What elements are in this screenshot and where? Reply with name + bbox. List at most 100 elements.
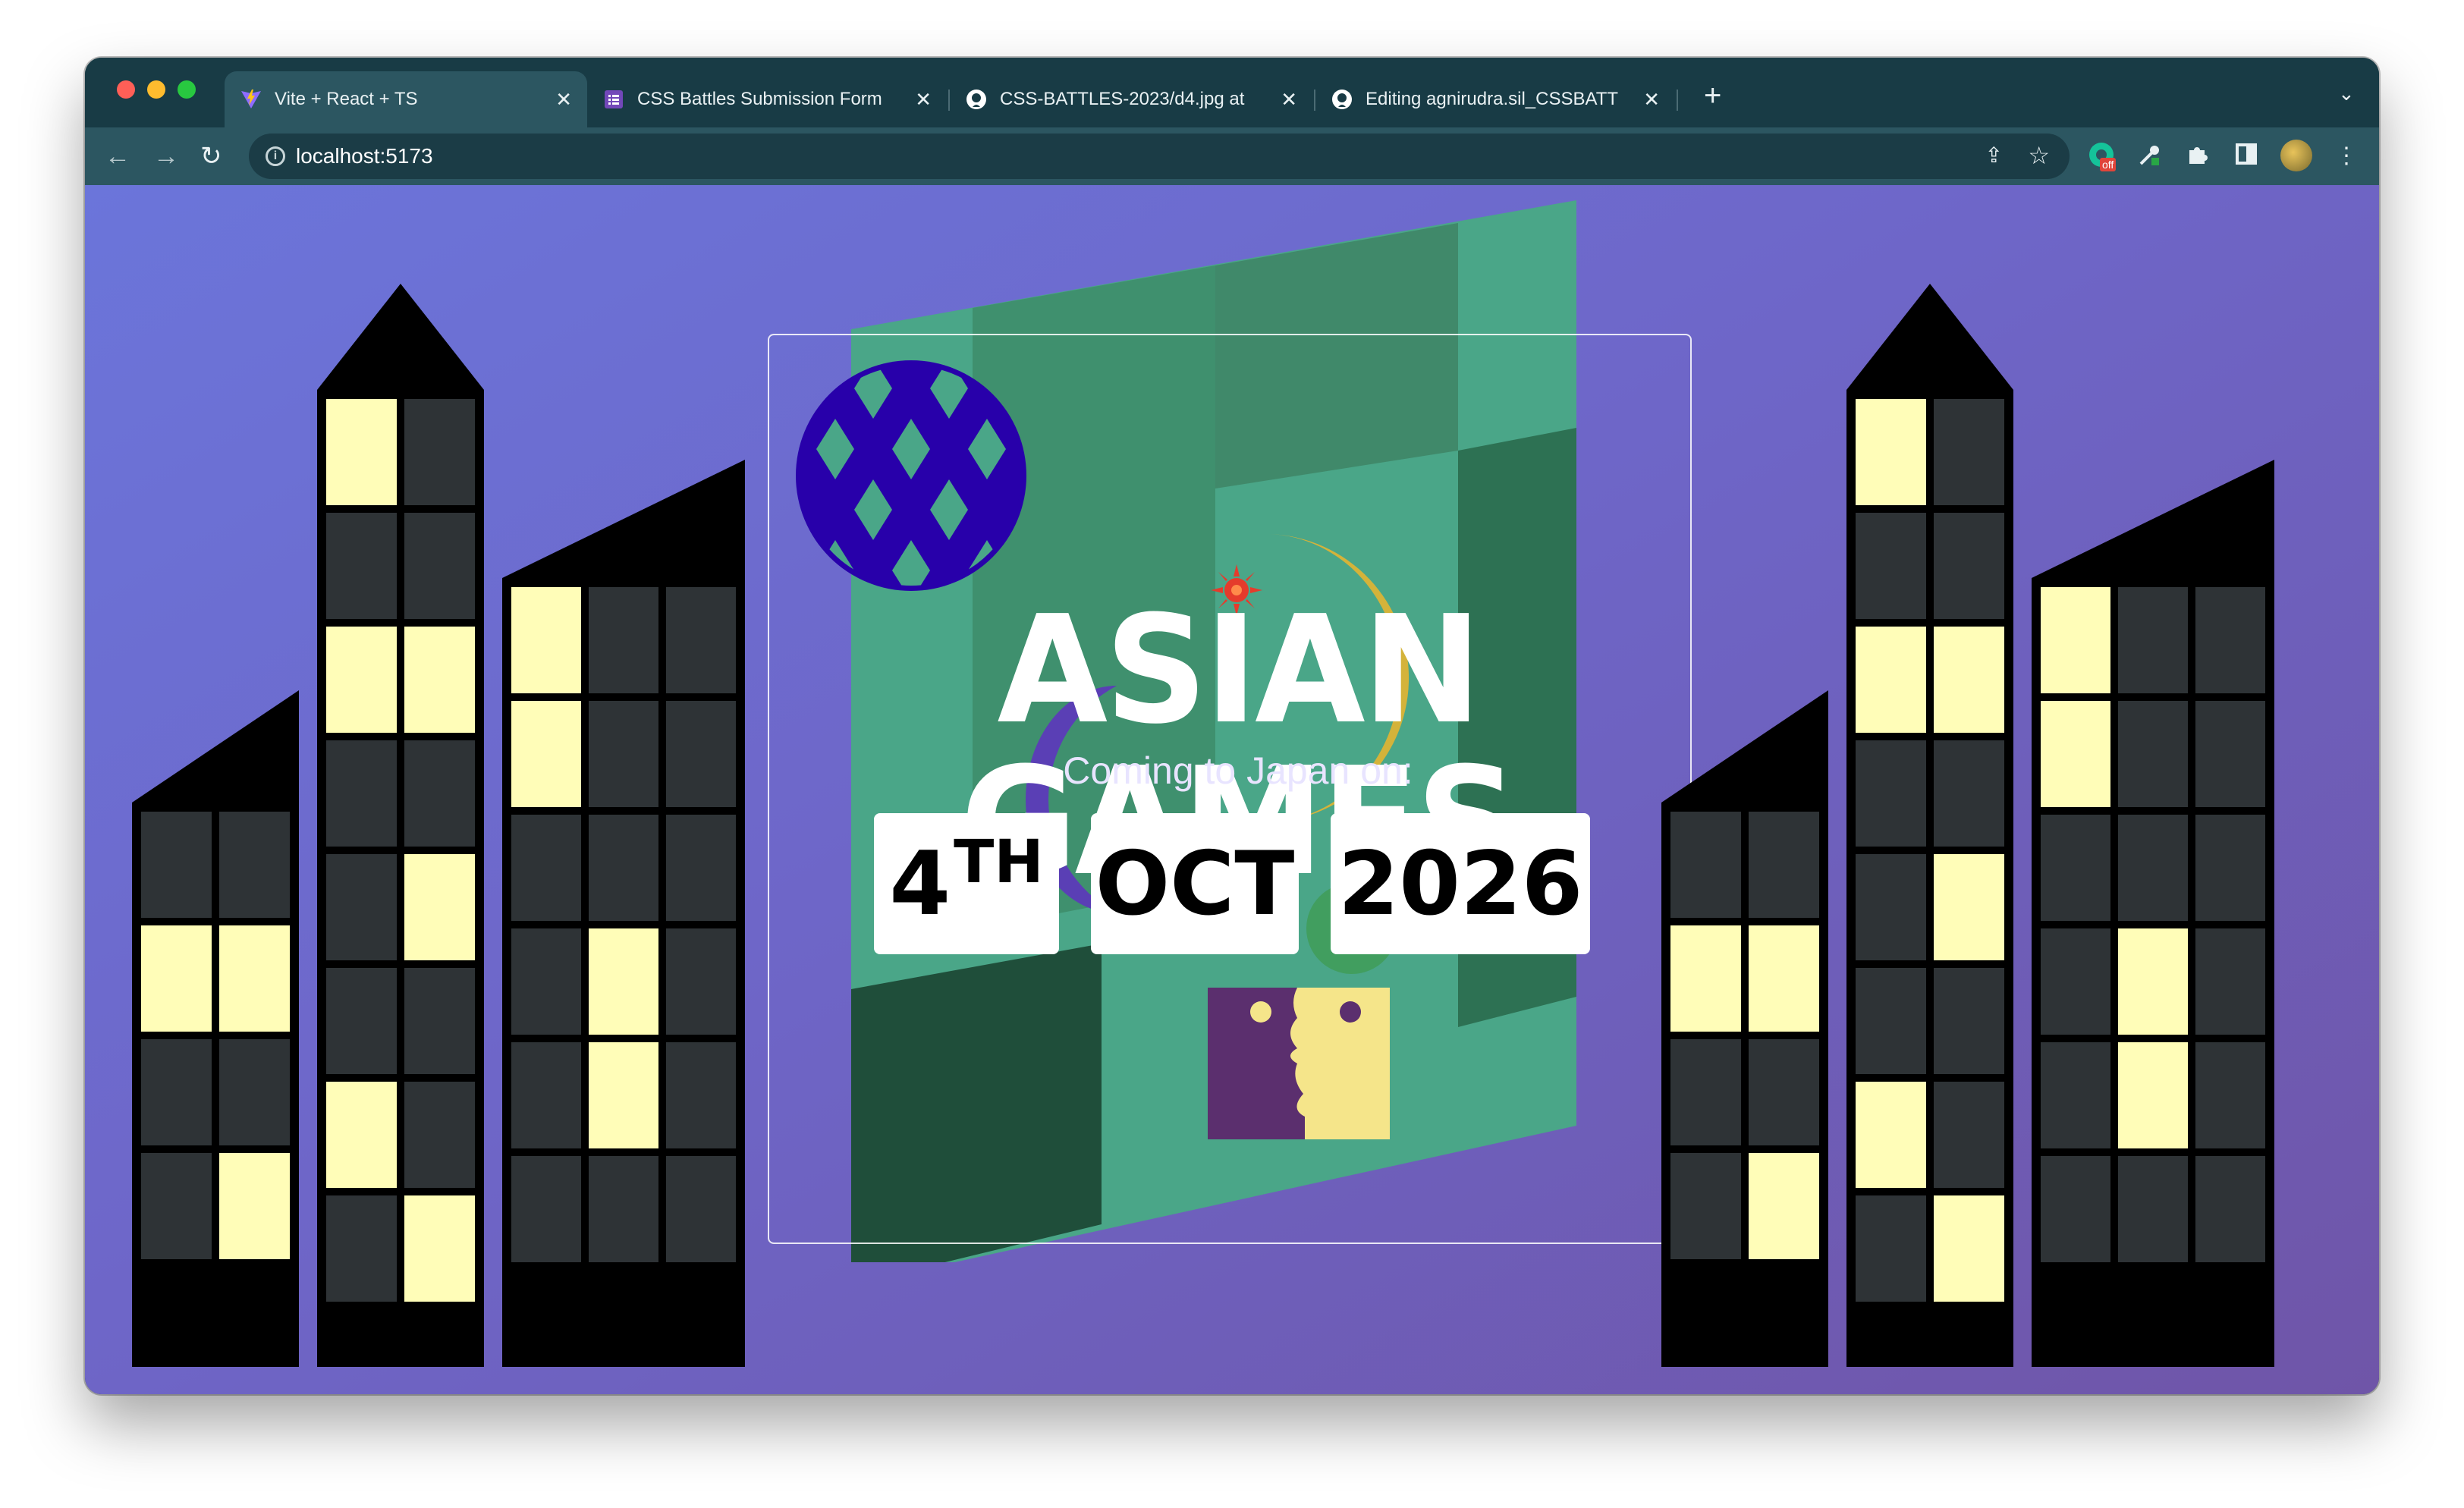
building-window-lit — [1934, 1195, 2004, 1302]
building-window-lit — [2041, 587, 2110, 693]
close-tab-icon[interactable]: ✕ — [1643, 88, 1660, 112]
building-window — [404, 399, 475, 505]
building-window-lit — [1934, 854, 2004, 960]
building-roof — [1846, 284, 2013, 390]
building-window-lit — [219, 1153, 290, 1259]
eyedropper-extension-icon[interactable] — [2136, 143, 2162, 175]
building-window — [589, 701, 658, 807]
building-window — [1670, 1039, 1741, 1145]
forward-icon[interactable]: → — [153, 141, 179, 171]
page-viewport: ASIAN GAMES Coming to Japan on: 4TH OCT … — [85, 185, 2379, 1394]
building-left-wide — [502, 460, 745, 1367]
building-window — [2041, 928, 2110, 1035]
close-window-button[interactable] — [117, 80, 135, 99]
forms-icon — [602, 88, 625, 111]
tab-search-chevron-icon[interactable]: ⌄ — [2338, 82, 2355, 105]
tab-label: Vite + React + TS — [275, 89, 418, 109]
building-roof — [132, 690, 299, 803]
building-window-lit — [2041, 701, 2110, 807]
address-bar[interactable]: i localhost:5173 ⇪ ☆ — [249, 134, 2070, 179]
building-window — [2118, 587, 2188, 693]
new-tab-icon[interactable]: + — [1704, 79, 1721, 112]
building-window-lit — [1670, 925, 1741, 1032]
building-window — [1856, 513, 1926, 619]
building-window — [2118, 815, 2188, 921]
building-window — [1856, 1195, 1926, 1302]
building-window — [1749, 1039, 1819, 1145]
building-window — [511, 1042, 581, 1148]
back-icon[interactable]: ← — [105, 141, 130, 171]
building-window — [589, 587, 658, 693]
building-window-lit — [326, 1082, 397, 1188]
building-window-lit — [1934, 627, 2004, 733]
tab-separator — [1677, 90, 1678, 111]
building-roof — [317, 284, 484, 390]
building-window — [666, 1042, 736, 1148]
building-left-tall — [317, 284, 484, 1367]
building-window — [666, 815, 736, 921]
tab-label: CSS Battles Submission Form — [637, 89, 882, 109]
building-window — [326, 740, 397, 847]
building-window-lit — [1856, 627, 1926, 733]
tab-css-battles-form[interactable]: CSS Battles Submission Form ✕ — [587, 71, 947, 127]
minimize-window-button[interactable] — [147, 80, 165, 99]
more-menu-icon[interactable]: ⋮ — [2335, 143, 2358, 170]
building-roof — [2032, 460, 2274, 578]
maximize-window-button[interactable] — [178, 80, 196, 99]
building-window-lit — [1749, 925, 1819, 1032]
building-window — [2195, 815, 2265, 921]
extension-badge: off — [2100, 158, 2117, 171]
close-tab-icon[interactable]: ✕ — [1281, 88, 1297, 112]
building-window-lit — [2118, 928, 2188, 1035]
tab-label: CSS-BATTLES-2023/d4.jpg at — [1000, 89, 1245, 109]
building-right-tall — [1846, 284, 2013, 1367]
building-window — [141, 1153, 212, 1259]
building-roof — [1661, 690, 1828, 803]
building-window — [2195, 701, 2265, 807]
building-window — [326, 854, 397, 960]
site-info-icon[interactable]: i — [266, 146, 285, 166]
profile-avatar[interactable] — [2280, 140, 2312, 171]
building-window-lit — [404, 854, 475, 960]
building-window-lit — [326, 627, 397, 733]
side-panel-icon[interactable] — [2235, 143, 2258, 172]
reload-icon[interactable]: ↻ — [200, 141, 222, 171]
building-roof — [502, 460, 745, 578]
extensions-puzzle-icon[interactable] — [2186, 143, 2209, 172]
building-window — [511, 1156, 581, 1262]
tab-vite[interactable]: Vite + React + TS ✕ — [225, 71, 587, 127]
building-window — [2041, 1156, 2110, 1262]
building-window-lit — [2118, 1042, 2188, 1148]
close-tab-icon[interactable]: ✕ — [555, 88, 572, 112]
building-window-lit — [589, 928, 658, 1035]
building-window — [589, 815, 658, 921]
building-window — [1934, 968, 2004, 1074]
building-window — [141, 812, 212, 918]
building-window — [1934, 513, 2004, 619]
building-window — [404, 1082, 475, 1188]
building-window — [2118, 1156, 2188, 1262]
close-tab-icon[interactable]: ✕ — [915, 88, 932, 112]
building-window — [326, 1195, 397, 1302]
tab-github-editing[interactable]: Editing agnirudra.sil_CSSBATT ✕ — [1315, 71, 1675, 127]
tab-github-d4[interactable]: CSS-BATTLES-2023/d4.jpg at ✕ — [950, 71, 1312, 127]
building-window-lit — [511, 587, 581, 693]
bookmark-star-icon[interactable]: ☆ — [2028, 141, 2050, 170]
building-window-lit — [404, 627, 475, 733]
building-window — [2041, 815, 2110, 921]
building-window — [1856, 854, 1926, 960]
building-window-lit — [141, 925, 212, 1032]
building-window — [1856, 968, 1926, 1074]
browser-window: Vite + React + TS ✕ CSS Battles Submissi… — [85, 58, 2379, 1394]
building-window — [219, 1039, 290, 1145]
building-window — [1749, 812, 1819, 918]
building-window — [404, 968, 475, 1074]
building-window-lit — [511, 701, 581, 807]
building-window — [1670, 1153, 1741, 1259]
building-window — [1934, 399, 2004, 505]
share-icon[interactable]: ⇪ — [1985, 143, 2003, 168]
grammarly-extension-icon[interactable]: off — [2088, 141, 2118, 171]
github-icon — [965, 88, 988, 111]
building-window-lit — [404, 1195, 475, 1302]
building-window-lit — [589, 1042, 658, 1148]
